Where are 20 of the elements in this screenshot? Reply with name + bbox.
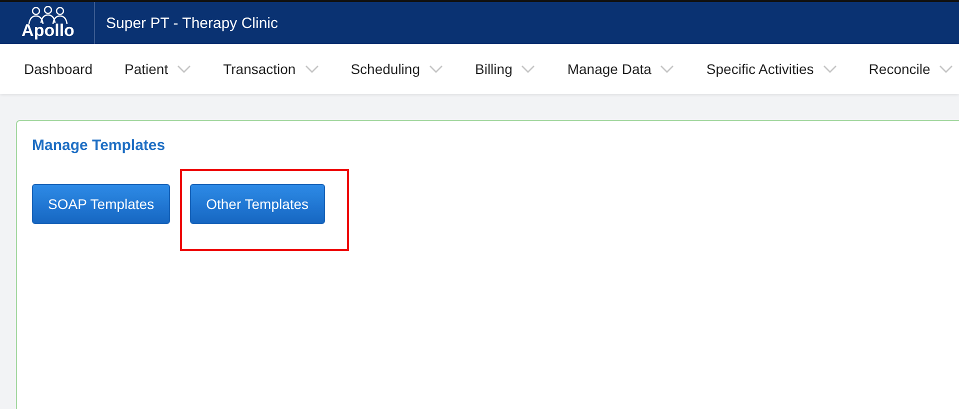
nav-item[interactable]: Specific Activities: [706, 61, 837, 77]
chevron-icon: [660, 65, 674, 73]
nav-item[interactable]: Patient: [124, 61, 192, 77]
nav-item[interactable]: Transaction: [223, 61, 319, 77]
template-button[interactable]: Other Templates: [190, 184, 325, 224]
chevron-icon: [177, 65, 192, 73]
nav-item[interactable]: Dashboard: [24, 61, 92, 77]
template-button[interactable]: SOAP Templates: [32, 184, 170, 224]
clinic-title: Super PT - Therapy Clinic: [106, 14, 278, 32]
panel-title: Manage Templates: [32, 137, 166, 154]
nav-item[interactable]: Billing: [475, 61, 536, 77]
chevron-icon: [429, 65, 443, 73]
chevron-icon: [939, 65, 954, 73]
chevron-icon: [822, 65, 837, 73]
chevron-icon: [304, 65, 319, 73]
nav-item[interactable]: Scheduling: [350, 61, 443, 77]
nav-item[interactable]: Reconcile: [868, 61, 954, 77]
logo-text: Apollo: [22, 22, 74, 40]
nav-item[interactable]: Manage Data: [567, 61, 674, 77]
chevron-icon: [521, 65, 536, 73]
